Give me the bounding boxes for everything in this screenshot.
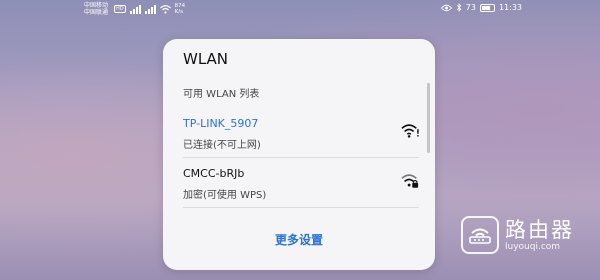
watermark: 路由器 luyouqi.com [461, 216, 574, 254]
wifi-status-icon [159, 4, 171, 14]
network-status: 加密(可使用 WPS) [183, 190, 267, 201]
scrollbar[interactable] [427, 83, 430, 199]
more-settings-button[interactable]: 更多设置 [163, 231, 435, 248]
carrier-2-label: 中国联通 [84, 9, 109, 16]
bluetooth-icon [456, 3, 461, 12]
watermark-url: luyouqi.com [505, 241, 561, 252]
watermark-text: 路由器 luyouqi.com [505, 218, 574, 253]
wifi-warning-icon [401, 124, 419, 138]
network-row-cmcc[interactable]: CMCC-bRJb 加密(可使用 WPS) [183, 163, 419, 209]
network-speed: 874 K/s [175, 3, 186, 15]
wifi-lock-icon [401, 174, 419, 188]
network-status: 已连接(不可上网) [183, 140, 261, 151]
network-name: TP-LINK_5907 [183, 117, 259, 130]
signal-strength-icon-2 [144, 4, 156, 14]
eye-icon [440, 4, 452, 11]
network-row-tp-link[interactable]: TP-LINK_5907 已连接(不可上网) [183, 113, 419, 159]
battery-fill [481, 5, 490, 10]
available-networks-label: 可用 WLAN 列表 [183, 89, 260, 100]
status-bar: 中国移动 中国联通 HD 874 K/s 73 11:33 [0, 0, 600, 18]
carrier-1-label: 中国移动 [84, 2, 109, 9]
carrier-info: 中国移动 中国联通 [84, 2, 108, 16]
divider [183, 157, 419, 158]
router-logo-icon [461, 216, 499, 254]
wlan-panel: WLAN 可用 WLAN 列表 TP-LINK_5907 已连接(不可上网) C… [163, 39, 435, 270]
signal-strength-icon [129, 4, 141, 14]
network-name: CMCC-bRJb [183, 167, 245, 180]
watermark-name: 路由器 [505, 217, 574, 242]
status-left: 中国移动 中国联通 HD 874 K/s [84, 2, 185, 16]
battery-icon [479, 3, 495, 12]
status-right: 73 11:33 [440, 3, 522, 12]
clock: 11:33 [498, 3, 522, 12]
scrollbar-thumb[interactable] [427, 83, 430, 153]
battery-percent: 73 [465, 3, 476, 12]
divider [183, 207, 419, 208]
hd-badge: HD [114, 5, 126, 13]
speed-unit: K/s [174, 9, 183, 15]
panel-title: WLAN [183, 50, 229, 68]
